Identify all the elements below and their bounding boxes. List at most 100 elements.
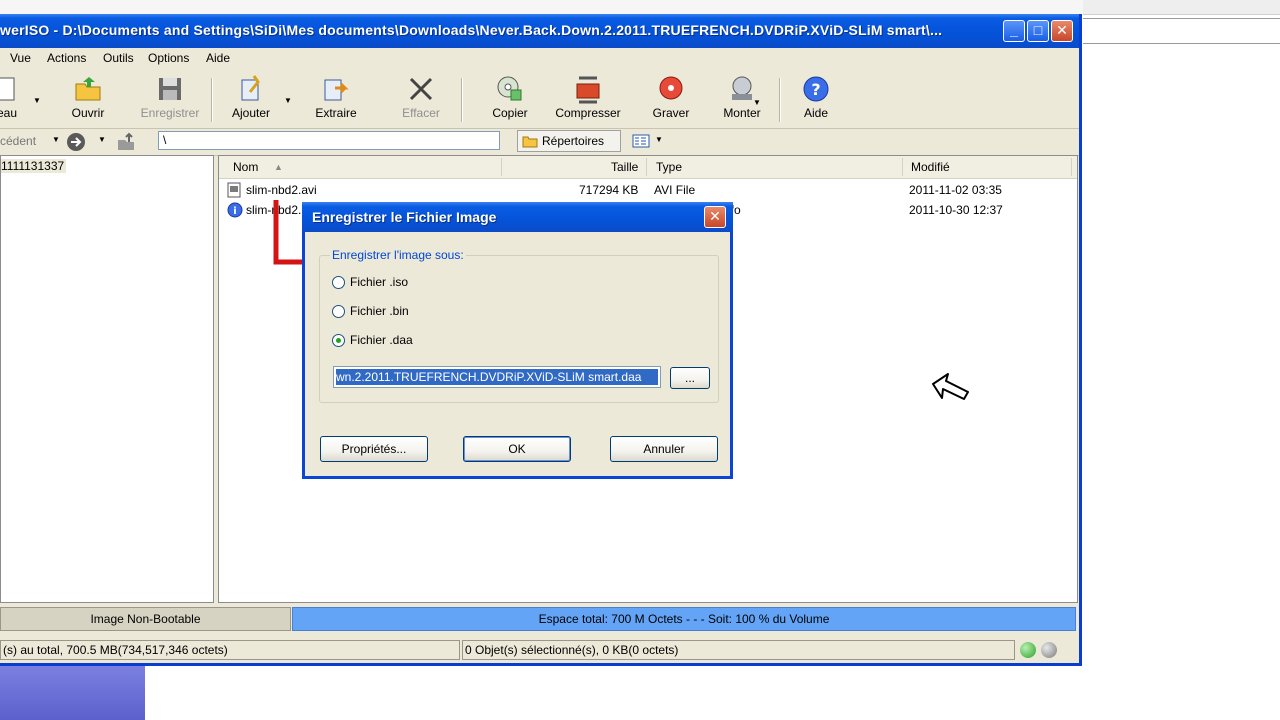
compress-icon [576, 76, 600, 104]
new-dropdown-arrow[interactable]: ▼ [33, 96, 41, 105]
space-usage-bar: Espace total: 700 M Octets - - - Soit: 1… [292, 607, 1076, 631]
toolbar-separator [461, 78, 463, 122]
toolbar-separator [211, 78, 213, 122]
toolbar: eau ▼ Ouvrir Enregistrer Ajouter ▼ Extra… [0, 70, 1079, 129]
window-title: werISO - D:\Documents and Settings\SiDi\… [0, 22, 943, 38]
close-button[interactable]: ✕ [1051, 20, 1073, 42]
selection-status: 0 Objet(s) sélectionné(s), 0 KB(0 octets… [462, 640, 1015, 660]
view-list-icon [632, 134, 650, 148]
radio-iso[interactable] [332, 276, 345, 289]
cancel-button[interactable]: Annuler [610, 436, 718, 462]
forward-arrow-icon[interactable] [66, 132, 86, 152]
help-icon: ? [803, 76, 829, 102]
open-folder-icon [75, 77, 101, 101]
burn-disc-icon [659, 76, 683, 100]
background-window-edge [1083, 0, 1280, 15]
group-label: Enregistrer l'image sous: [330, 248, 466, 262]
dialog-close-button[interactable]: ✕ [704, 206, 726, 228]
save-button[interactable]: Enregistrer [135, 74, 205, 120]
back-dropdown-arrow[interactable]: ▼ [52, 135, 60, 144]
column-divider[interactable] [501, 158, 502, 176]
mount-dropdown-arrow[interactable]: ▼ [753, 98, 761, 107]
dialog-title-bar[interactable]: Enregistrer le Fichier Image ✕ [302, 202, 733, 232]
sort-arrow-icon: ▲ [274, 162, 283, 172]
file-modified: 2011-11-02 03:35 [909, 183, 1002, 197]
file-size: 717294 KB [579, 183, 639, 197]
add-dropdown-arrow[interactable]: ▼ [284, 96, 292, 105]
file-type: AVI File [654, 183, 696, 197]
view-dropdown-arrow: ▼ [655, 135, 663, 144]
menu-actions[interactable]: Actions [47, 51, 86, 65]
dialog-title: Enregistrer le Fichier Image [312, 209, 497, 225]
view-mode-button[interactable]: ▼ [629, 130, 665, 152]
volume-status-bar: Image Non-Bootable Espace total: 700 M O… [0, 605, 1079, 635]
background-window [1083, 18, 1280, 44]
column-divider[interactable] [646, 158, 647, 176]
output-path-input[interactable]: wn.2.2011.TRUEFRENCH.DVDRiP.XViD-SLiM sm… [333, 366, 661, 388]
help-button[interactable]: ? Aide [781, 74, 851, 120]
status-bar: (s) au total, 700.5 MB(734,517,346 octet… [0, 638, 1079, 662]
save-image-dialog: Enregistrer le Fichier Image ✕ Enregistr… [302, 202, 733, 479]
menu-options[interactable]: Options [148, 51, 189, 65]
forward-dropdown-arrow[interactable]: ▼ [98, 135, 106, 144]
save-disk-icon [159, 78, 181, 100]
folder-tree[interactable]: 1111131337 [0, 155, 214, 603]
tree-root-item[interactable]: 1111131337 [1, 159, 67, 173]
extract-button[interactable]: Extraire [301, 74, 371, 120]
add-button[interactable]: Ajouter [216, 74, 286, 120]
avi-file-icon [227, 182, 241, 198]
minimize-button[interactable]: _ [1003, 20, 1025, 42]
output-path-value: wn.2.2011.TRUEFRENCH.DVDRiP.XViD-SLiM sm… [336, 369, 658, 385]
browse-button[interactable]: ... [670, 367, 710, 389]
menu-bar: Vue Actions Outils Options Aide [0, 48, 1079, 70]
add-file-icon [241, 75, 260, 101]
maximize-button[interactable]: □ [1027, 20, 1049, 42]
radio-bin-label[interactable]: Fichier .bin [350, 304, 409, 318]
open-button[interactable]: Ouvrir [53, 74, 123, 120]
file-name: slim-nbd2.avi [246, 183, 317, 197]
mount-button[interactable]: Monter [707, 74, 777, 120]
column-header-name[interactable]: Nom [233, 160, 258, 174]
bootable-status: Image Non-Bootable [0, 607, 291, 631]
properties-button[interactable]: Propriétés... [320, 436, 428, 462]
save-as-group: Enregistrer l'image sous: Fichier .iso F… [319, 248, 719, 403]
folders-toggle-button[interactable]: Répertoires [517, 130, 621, 152]
folders-label: Répertoires [542, 134, 605, 148]
total-size-status: (s) au total, 700.5 MB(734,517,346 octet… [0, 640, 460, 660]
file-modified: 2011-10-30 12:37 [909, 203, 1003, 217]
svg-text:i: i [233, 206, 236, 217]
column-header-modified[interactable]: Modifié [911, 160, 950, 174]
delete-x-icon [409, 77, 433, 101]
menu-vue[interactable]: Vue [10, 51, 31, 65]
back-button-label[interactable]: cédent [0, 134, 36, 148]
radio-bin[interactable] [332, 305, 345, 318]
new-doc-icon [0, 77, 15, 101]
desktop-background [0, 666, 145, 720]
column-divider[interactable] [902, 158, 903, 176]
nfo-file-icon: i [227, 202, 243, 218]
path-input[interactable]: \ [158, 131, 500, 150]
radio-daa-label[interactable]: Fichier .daa [350, 333, 413, 347]
up-folder-icon[interactable] [116, 132, 136, 152]
radio-iso-label[interactable]: Fichier .iso [350, 275, 408, 289]
column-divider[interactable] [1071, 158, 1072, 176]
title-bar[interactable]: werISO - D:\Documents and Settings\SiDi\… [0, 14, 1079, 48]
burn-button[interactable]: Graver [636, 74, 706, 120]
ok-button[interactable]: OK [463, 436, 571, 462]
column-header-type[interactable]: Type [656, 160, 682, 174]
address-bar: cédent ▼ ▼ \ Répertoires ▼ [0, 129, 1079, 156]
copy-disc-icon [497, 76, 522, 101]
svg-text:?: ? [811, 80, 820, 99]
copy-button[interactable]: Copier [475, 74, 545, 120]
column-header-size[interactable]: Taille [611, 160, 638, 174]
folder-icon [522, 136, 538, 148]
extract-icon [324, 79, 349, 101]
delete-button[interactable]: Effacer [386, 74, 456, 120]
status-grey-light-icon [1041, 642, 1057, 658]
table-row[interactable]: slim-nbd2.avi 717294 KB AVI File 2011-11… [219, 180, 1077, 200]
compress-button[interactable]: Compresser [553, 74, 623, 120]
radio-daa[interactable] [332, 334, 345, 347]
menu-aide[interactable]: Aide [206, 51, 230, 65]
mouse-cursor-icon [932, 373, 969, 400]
menu-outils[interactable]: Outils [103, 51, 134, 65]
